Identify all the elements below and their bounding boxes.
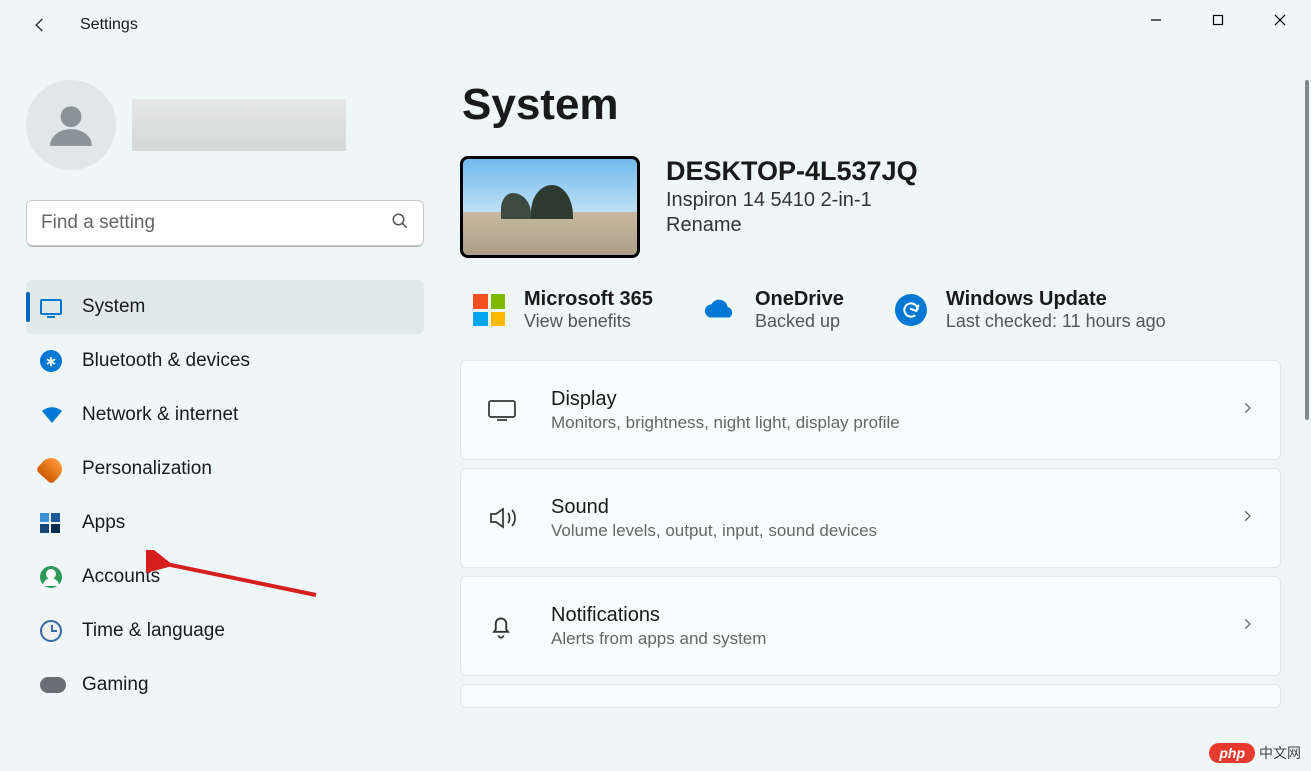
status-title: OneDrive xyxy=(755,288,844,311)
search-icon xyxy=(391,212,409,235)
device-model: Inspiron 14 5410 2-in-1 xyxy=(666,189,918,212)
card-notifications[interactable]: Notifications Alerts from apps and syste… xyxy=(460,576,1281,676)
close-button[interactable] xyxy=(1249,0,1311,40)
device-wallpaper-thumb xyxy=(460,156,640,258)
maximize-button[interactable] xyxy=(1187,0,1249,40)
status-windows-update[interactable]: Windows Update Last checked: 11 hours ag… xyxy=(894,288,1166,332)
device-info-row: DESKTOP-4L537JQ Inspiron 14 5410 2-in-1 … xyxy=(460,156,1281,258)
nav-label: Gaming xyxy=(82,674,149,696)
nav-item-system[interactable]: System xyxy=(26,280,424,334)
device-name: DESKTOP-4L537JQ xyxy=(666,156,918,187)
card-subtitle: Alerts from apps and system xyxy=(551,629,1240,649)
bluetooth-icon: ∗ xyxy=(40,350,82,372)
sidebar: System ∗ Bluetooth & devices Network & i… xyxy=(0,50,450,771)
avatar xyxy=(26,80,116,170)
nav-item-apps[interactable]: Apps xyxy=(26,496,424,550)
status-row: Microsoft 365 View benefits OneDrive Bac… xyxy=(460,288,1281,332)
onedrive-icon xyxy=(703,293,737,327)
nav-item-network[interactable]: Network & internet xyxy=(26,388,424,442)
nav-item-bluetooth[interactable]: ∗ Bluetooth & devices xyxy=(26,334,424,388)
apps-icon xyxy=(40,513,82,533)
card-title: Notifications xyxy=(551,604,1240,627)
card-sound[interactable]: Sound Volume levels, output, input, soun… xyxy=(460,468,1281,568)
status-subtitle: Backed up xyxy=(755,311,844,332)
sound-icon xyxy=(487,505,551,531)
windows-update-icon xyxy=(894,293,928,327)
card-subtitle: Volume levels, output, input, sound devi… xyxy=(551,521,1240,541)
nav-item-accounts[interactable]: Accounts xyxy=(26,550,424,604)
minimize-button[interactable] xyxy=(1125,0,1187,40)
chevron-right-icon xyxy=(1240,506,1254,531)
watermark-badge: php xyxy=(1209,743,1255,763)
card-next-stub[interactable] xyxy=(460,684,1281,708)
user-name-redacted xyxy=(132,99,346,151)
watermark: php 中文网 xyxy=(1209,743,1301,763)
nav-label: Personalization xyxy=(82,458,212,480)
rename-link[interactable]: Rename xyxy=(666,214,918,237)
notifications-icon xyxy=(487,612,551,640)
back-button[interactable] xyxy=(20,5,60,45)
personalization-icon xyxy=(40,458,82,480)
status-microsoft365[interactable]: Microsoft 365 View benefits xyxy=(472,288,653,332)
status-onedrive[interactable]: OneDrive Backed up xyxy=(703,288,844,332)
card-title: Display xyxy=(551,388,1240,411)
system-icon xyxy=(40,299,82,315)
window-controls xyxy=(1125,0,1311,40)
display-icon xyxy=(487,398,551,422)
nav-item-time-language[interactable]: Time & language xyxy=(26,604,424,658)
nav-item-personalization[interactable]: Personalization xyxy=(26,442,424,496)
search-input[interactable] xyxy=(41,212,391,234)
page-title: System xyxy=(462,80,1281,130)
nav-item-gaming[interactable]: Gaming xyxy=(26,658,424,712)
microsoft365-icon xyxy=(472,293,506,327)
nav-label: Network & internet xyxy=(82,404,238,426)
nav-label: Accounts xyxy=(82,566,160,588)
status-title: Microsoft 365 xyxy=(524,288,653,311)
accounts-icon xyxy=(40,566,82,588)
chevron-right-icon xyxy=(1240,398,1254,423)
settings-card-list: Display Monitors, brightness, night ligh… xyxy=(460,360,1281,708)
main-content: System DESKTOP-4L537JQ Inspiron 14 5410 … xyxy=(450,50,1311,771)
clock-icon xyxy=(40,620,82,642)
gaming-icon xyxy=(40,677,82,693)
user-account-header[interactable] xyxy=(26,80,424,170)
vertical-scrollbar[interactable] xyxy=(1305,80,1309,420)
chevron-right-icon xyxy=(1240,614,1254,639)
card-title: Sound xyxy=(551,496,1240,519)
nav-label: Time & language xyxy=(82,620,225,642)
status-subtitle: Last checked: 11 hours ago xyxy=(946,311,1166,332)
nav-label: Apps xyxy=(82,512,125,534)
wifi-icon xyxy=(40,403,82,427)
nav-label: System xyxy=(82,296,145,318)
card-subtitle: Monitors, brightness, night light, displ… xyxy=(551,413,1240,433)
window-title: Settings xyxy=(80,16,138,34)
card-display[interactable]: Display Monitors, brightness, night ligh… xyxy=(460,360,1281,460)
nav-list: System ∗ Bluetooth & devices Network & i… xyxy=(26,280,424,712)
titlebar: Settings xyxy=(0,0,1311,50)
nav-label: Bluetooth & devices xyxy=(82,350,250,372)
status-title: Windows Update xyxy=(946,288,1166,311)
search-box[interactable] xyxy=(26,200,424,246)
status-subtitle: View benefits xyxy=(524,311,653,332)
watermark-text: 中文网 xyxy=(1259,743,1301,763)
